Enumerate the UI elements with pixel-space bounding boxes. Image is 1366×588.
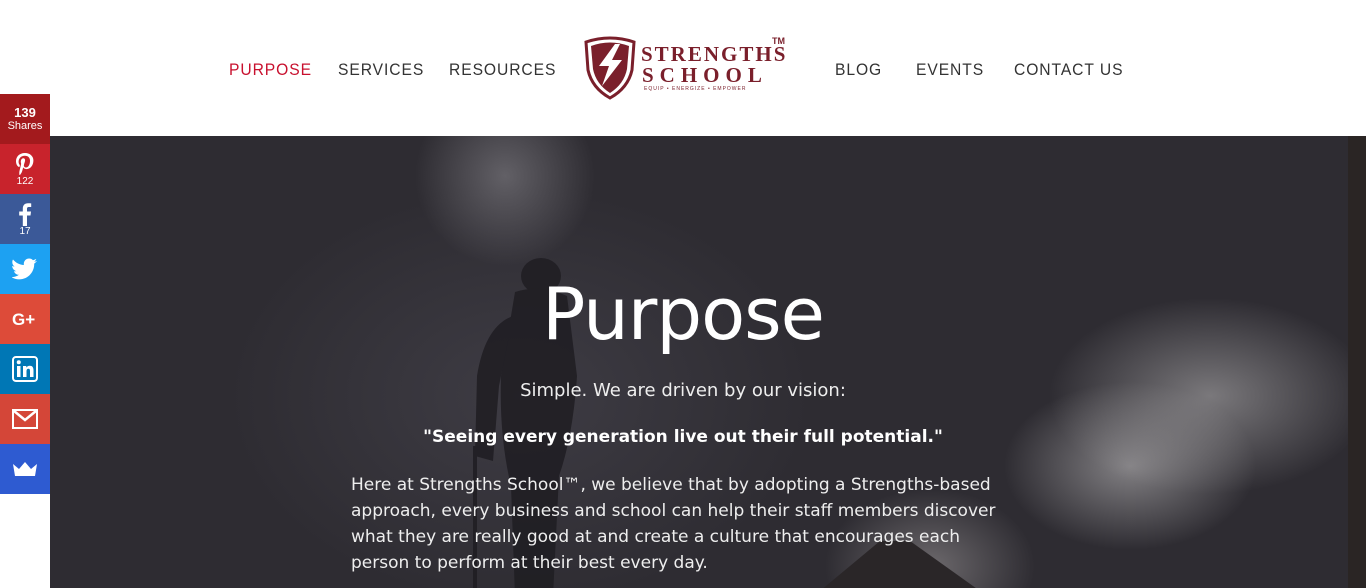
pinterest-share-button[interactable]: 122 — [0, 144, 50, 194]
pinterest-icon — [16, 152, 34, 175]
pinterest-count: 122 — [16, 175, 34, 187]
facebook-count: 17 — [19, 225, 31, 237]
gmail-icon — [12, 409, 38, 429]
facebook-icon — [19, 202, 32, 226]
share-total-counter: 139 Shares — [0, 94, 50, 144]
nav-purpose[interactable]: PURPOSE — [229, 60, 312, 80]
twitter-icon — [12, 258, 37, 280]
logo-line2: SCHOOL — [642, 63, 768, 87]
site-header: PURPOSE SERVICES RESOURCES STRENGTHS SCH… — [0, 0, 1366, 136]
share-total-count: 139 — [14, 105, 36, 120]
logo-tagline: EQUIP • ENERGIZE • EMPOWER — [644, 86, 747, 92]
hero-subtitle: Simple. We are driven by our vision: — [520, 380, 846, 401]
google-plus-share-button[interactable]: G+ — [0, 294, 50, 344]
sumo-share-button[interactable] — [0, 444, 50, 494]
linkedin-icon — [12, 356, 38, 382]
nav-services[interactable]: SERVICES — [338, 60, 424, 80]
nav-blog[interactable]: BLOG — [835, 60, 882, 80]
nav-contact-us[interactable]: CONTACT US — [1014, 60, 1123, 80]
google-plus-icon: G+ — [12, 310, 35, 329]
sumo-crown-icon — [13, 462, 37, 476]
gmail-share-button[interactable] — [0, 394, 50, 444]
svg-text:G+: G+ — [12, 310, 35, 329]
shield-logo-icon — [584, 36, 636, 100]
nav-events[interactable]: EVENTS — [916, 60, 984, 80]
logo-trademark: TM — [772, 36, 785, 46]
facebook-share-button[interactable]: 17 — [0, 194, 50, 244]
linkedin-share-button[interactable] — [0, 344, 50, 394]
twitter-share-button[interactable] — [0, 244, 50, 294]
vision-quote: "Seeing every generation live out their … — [423, 427, 943, 447]
share-total-label: Shares — [7, 120, 43, 132]
social-share-bar: 139 Shares 122 17 G+ — [0, 94, 50, 494]
hero-edge-strip — [1348, 136, 1366, 588]
page-title: Purpose — [542, 272, 825, 356]
hero-section: Purpose Simple. We are driven by our vis… — [50, 136, 1366, 588]
hero-body-text: Here at Strengths School™, we believe th… — [351, 475, 996, 573]
nav-resources[interactable]: RESOURCES — [449, 60, 556, 80]
site-logo[interactable]: STRENGTHS SCHOOL TM EQUIP • ENERGIZE • E… — [582, 36, 792, 102]
